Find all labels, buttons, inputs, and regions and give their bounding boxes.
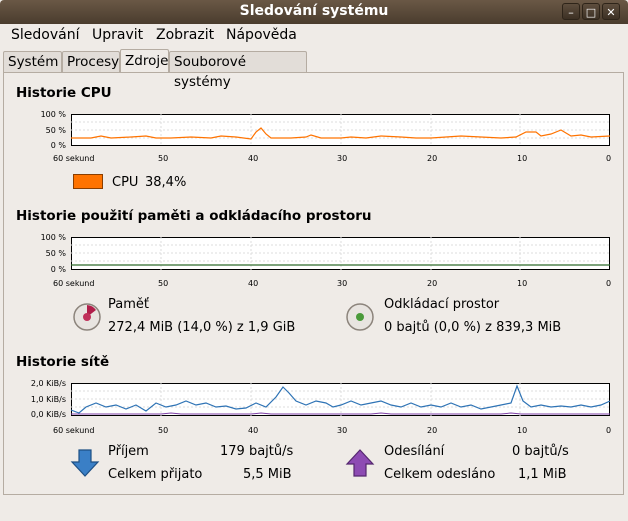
memory-section-title: Historie použití paměti a odkládacího pr… <box>16 208 372 224</box>
network-xtick: 0 <box>606 426 612 435</box>
memory-ytick: 50 % <box>45 249 66 258</box>
cpu-xtick: 0 <box>606 154 612 163</box>
network-ytick: 2,0 KiB/s <box>30 379 66 388</box>
cpu-graph <box>71 114 610 146</box>
cpu-legend-value: 38,4% <box>145 175 187 190</box>
network-xtick: 60 sekund <box>53 426 95 435</box>
statusbar <box>0 498 628 521</box>
window-titlebar[interactable]: Sledování systému – □ ✕ <box>0 0 628 24</box>
cpu-xtick: 60 sekund <box>53 154 95 163</box>
memory-xtick: 30 <box>337 279 348 288</box>
network-section-title: Historie sítě <box>16 354 110 370</box>
menu-upravit[interactable]: Upravit <box>92 27 143 43</box>
sending-label: Odesílání <box>384 444 445 459</box>
memory-xtick: 60 sekund <box>53 279 95 288</box>
memory-xtick: 20 <box>427 279 438 288</box>
menubar: Sledování Upravit Zobrazit Nápověda <box>0 24 628 48</box>
receiving-rate: 179 bajtů/s <box>220 444 294 459</box>
tab-souborove-systemy[interactable]: Souborové systémy <box>169 51 307 90</box>
cpu-xtick: 30 <box>337 154 348 163</box>
maximize-icon[interactable]: □ <box>582 3 600 20</box>
memory-value: 272,4 MiB (14,0 %) z 1,9 GiB <box>108 320 296 335</box>
tab-system[interactable]: Systém <box>3 51 62 72</box>
network-xtick: 20 <box>427 426 438 435</box>
cpu-ytick: 0 % <box>50 141 66 150</box>
total-sent-value: 1,1 MiB <box>518 467 567 482</box>
network-ytick: 0,0 KiB/s <box>30 410 66 419</box>
cpu-ytick: 50 % <box>45 126 66 135</box>
total-received-label: Celkem přijato <box>108 467 203 482</box>
menu-zobrazit[interactable]: Zobrazit <box>156 27 214 43</box>
cpu-xtick: 20 <box>427 154 438 163</box>
network-xtick: 40 <box>248 426 259 435</box>
network-xtick: 50 <box>158 426 169 435</box>
memory-graph <box>71 237 610 270</box>
network-graph <box>71 383 610 416</box>
cpu-xtick: 10 <box>517 154 528 163</box>
cpu-xtick: 50 <box>158 154 169 163</box>
cpu-xtick: 40 <box>248 154 259 163</box>
cpu-color-swatch[interactable] <box>73 174 103 189</box>
memory-label: Paměť <box>108 297 149 312</box>
close-icon[interactable]: ✕ <box>602 3 620 20</box>
tab-zdroje[interactable]: Zdroje <box>120 49 169 73</box>
tab-bar: Systém Procesy Zdroje Souborové systémy <box>0 49 628 90</box>
memory-xtick: 50 <box>158 279 169 288</box>
receiving-label: Příjem <box>108 444 149 459</box>
upload-arrow-icon[interactable] <box>345 448 375 478</box>
total-sent-label: Celkem odesláno <box>384 467 496 482</box>
memory-xtick: 0 <box>606 279 612 288</box>
window-title: Sledování systému <box>239 3 389 19</box>
memory-pie-icon[interactable] <box>72 302 102 332</box>
sending-rate: 0 bajtů/s <box>512 444 569 459</box>
memory-ytick: 0 % <box>50 265 66 274</box>
total-received-value: 5,5 MiB <box>243 467 292 482</box>
swap-value: 0 bajtů (0,0 %) z 839,3 MiB <box>384 320 562 335</box>
network-xtick: 10 <box>517 426 528 435</box>
memory-xtick: 40 <box>248 279 259 288</box>
network-xtick: 30 <box>337 426 348 435</box>
swap-pie-icon[interactable] <box>345 302 375 332</box>
menu-napoveda[interactable]: Nápověda <box>226 27 297 43</box>
download-arrow-icon[interactable] <box>70 448 100 478</box>
network-ytick: 1,0 KiB/s <box>30 395 66 404</box>
memory-ytick: 100 % <box>40 233 66 242</box>
menu-sledovani[interactable]: Sledování <box>11 27 79 43</box>
cpu-section-title: Historie CPU <box>16 85 112 101</box>
cpu-legend-label: CPU <box>112 175 139 190</box>
memory-xtick: 10 <box>517 279 528 288</box>
tab-procesy[interactable]: Procesy <box>62 51 120 72</box>
minimize-icon[interactable]: – <box>562 3 580 20</box>
swap-label: Odkládací prostor <box>384 297 500 312</box>
cpu-ytick: 100 % <box>40 110 66 119</box>
